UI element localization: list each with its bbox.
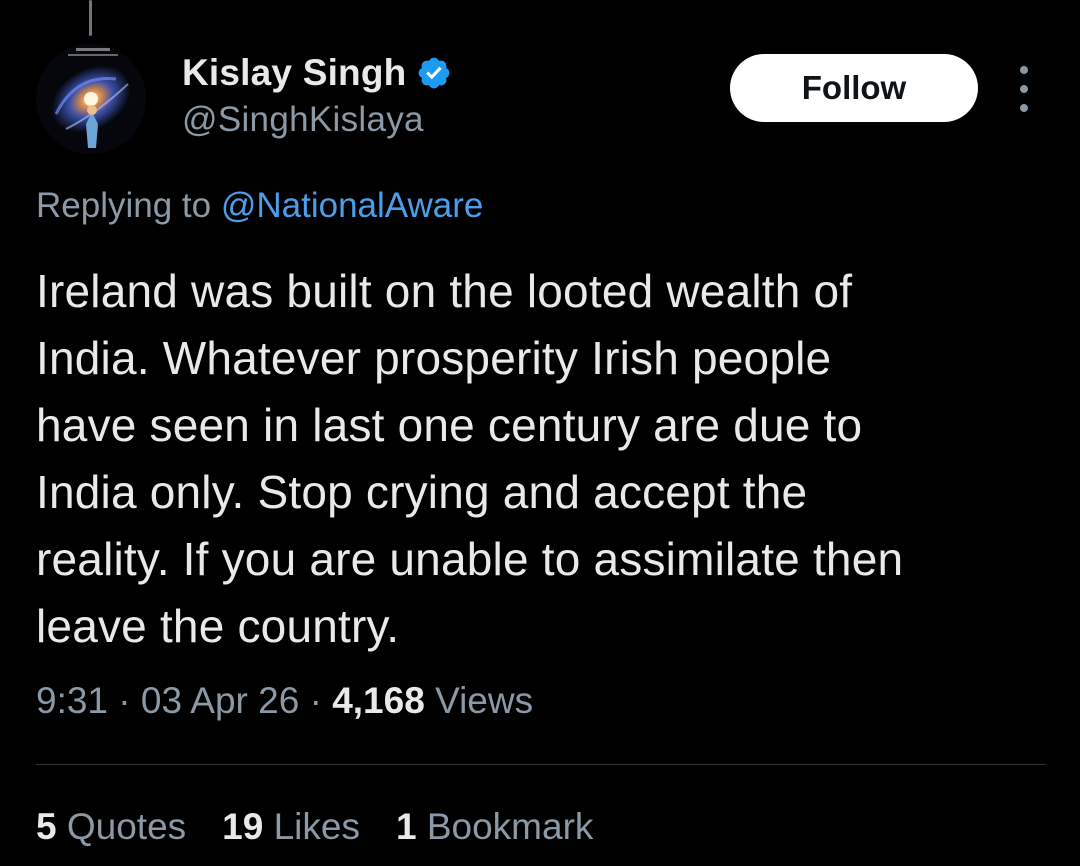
thread-connector-line [89, 0, 92, 36]
reply-mention-link[interactable]: @NationalAware [221, 186, 484, 225]
display-name[interactable]: Kislay Singh [182, 52, 406, 94]
likes-count: 19 [222, 806, 264, 847]
replying-to-line: Replying to @NationalAware [36, 186, 483, 226]
more-dot [1020, 66, 1028, 74]
bookmarks-label: Bookmark [426, 806, 594, 847]
tweet-date[interactable]: 03 Apr 26 [141, 680, 299, 721]
avatar[interactable] [36, 44, 146, 154]
display-name-row: Kislay Singh [182, 50, 452, 96]
follow-button[interactable]: Follow [730, 54, 978, 122]
quotes-stat[interactable]: 5 Quotes [36, 806, 186, 848]
tweet-time[interactable]: 9:31 [36, 680, 108, 721]
bookmarks-stat[interactable]: 1 Bookmark [396, 806, 593, 848]
likes-stat[interactable]: 19 Likes [222, 806, 360, 848]
bookmarks-count: 1 [395, 806, 417, 847]
likes-label: Likes [273, 806, 360, 847]
divider [36, 764, 1046, 765]
quotes-count: 5 [36, 806, 57, 847]
meta-separator: · [309, 680, 322, 721]
views-count: 4,168 [332, 680, 425, 721]
more-vertical-icon[interactable] [1010, 66, 1038, 112]
views-label: Views [435, 680, 534, 721]
more-dot [1020, 104, 1028, 112]
author-block[interactable]: Kislay Singh @SinghKislaya [182, 50, 452, 140]
more-dot [1020, 85, 1028, 93]
meta-separator: · [118, 680, 131, 721]
replying-to-prefix: Replying to [36, 186, 212, 225]
engagement-stats: 5 Quotes 19 Likes 1 Bookmark [36, 806, 629, 848]
tweet-text: Ireland was built on the looted wealth o… [36, 265, 904, 652]
tweet-header: Kislay Singh @SinghKislaya Follow [36, 44, 1046, 164]
quotes-label: Quotes [66, 806, 187, 847]
galaxy-avatar-icon [36, 44, 146, 154]
verified-badge-icon [416, 55, 452, 91]
author-handle[interactable]: @SinghKislaya [182, 100, 452, 140]
tweet-metadata: 9:31 · 03 Apr 26 · 4,168 Views [36, 680, 533, 722]
